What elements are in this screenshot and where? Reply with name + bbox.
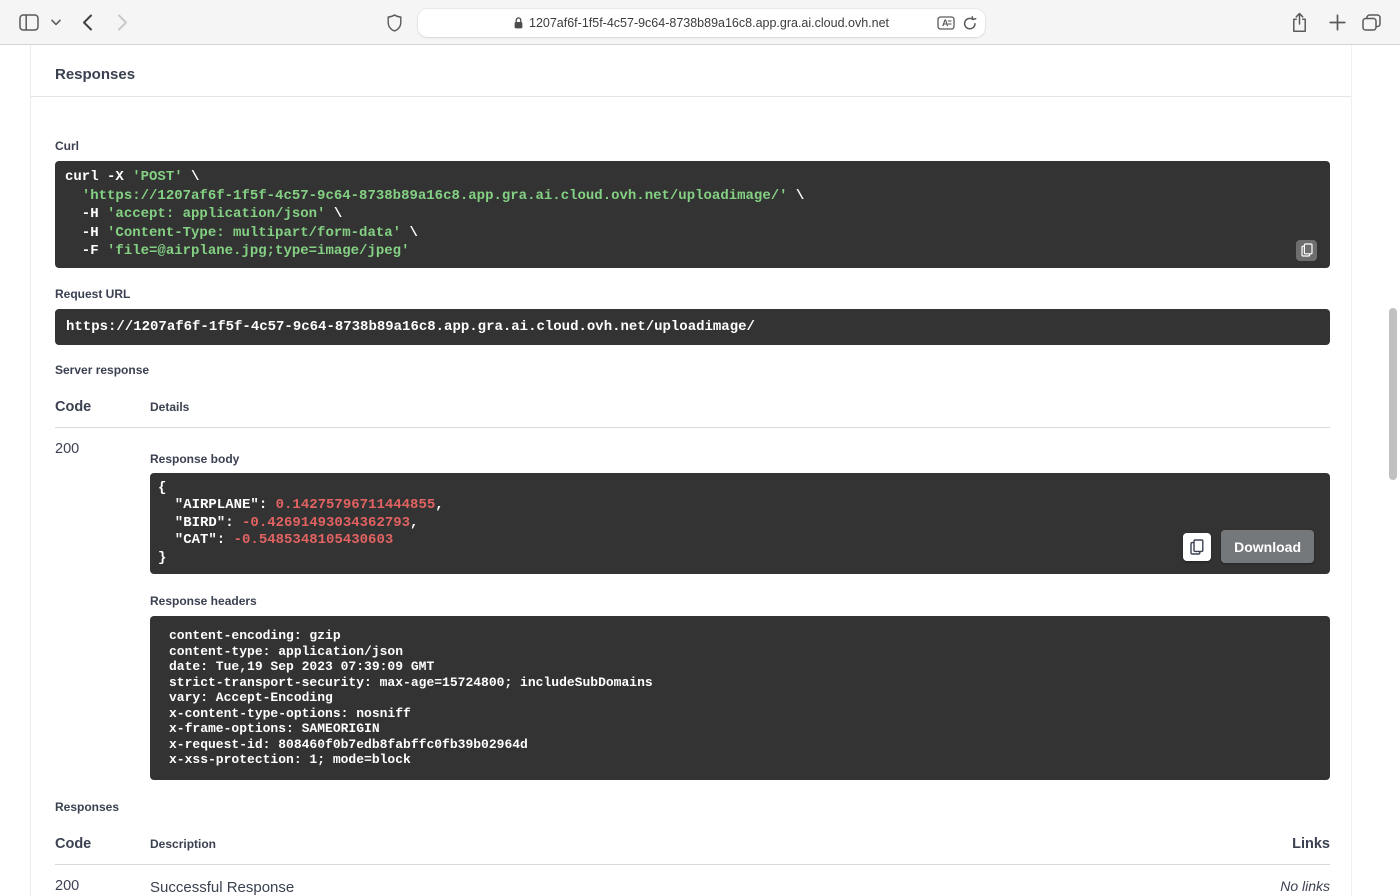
chevron-down-icon[interactable] [51, 19, 61, 26]
scrollbar-thumb[interactable] [1389, 308, 1397, 480]
share-icon[interactable] [1291, 12, 1308, 33]
status-code: 200 [55, 440, 150, 457]
forward-icon[interactable] [117, 14, 128, 31]
server-response-label: Server response [55, 363, 1330, 377]
svg-text:A: A [942, 18, 949, 28]
address-bar-url: 1207af6f-1f5f-4c57-9c64-8738b89a16c8.app… [529, 16, 889, 30]
request-url-value: https://1207af6f-1f5f-4c57-9c64-8738b89a… [66, 319, 1319, 335]
responses-section-label: Responses [55, 800, 1330, 814]
responses-table-header: Code Description Links [55, 836, 1330, 852]
copy-icon[interactable] [1296, 240, 1317, 261]
browser-toolbar: 1207af6f-1f5f-4c57-9c64-8738b89a16c8.app… [0, 0, 1400, 45]
translate-icon[interactable]: A [937, 16, 955, 30]
links-column-header: Links [1292, 836, 1330, 852]
description-column-header: Description [150, 837, 1292, 851]
response-headers-block: content-encoding: gzipcontent-type: appl… [150, 616, 1330, 780]
lock-icon [514, 17, 523, 29]
back-icon[interactable] [82, 14, 93, 31]
response-links: No links [1280, 877, 1330, 894]
operation-container: Responses Curl curl -X 'POST' \ 'https:/… [30, 45, 1352, 896]
reload-icon[interactable] [963, 16, 977, 31]
status-code: 200 [55, 877, 150, 894]
sidebar-icon[interactable] [19, 14, 39, 31]
shield-icon[interactable] [387, 14, 402, 32]
request-url-label: Request URL [55, 287, 1330, 301]
code-column-header: Code [55, 399, 150, 415]
server-response-row: 200 Response body { "AIRPLANE": 0.142757… [55, 440, 1330, 780]
request-url-block: https://1207af6f-1f5f-4c57-9c64-8738b89a… [55, 309, 1330, 345]
responses-heading: Responses [31, 45, 1351, 96]
curl-label: Curl [55, 139, 79, 153]
swagger-page: Responses Curl curl -X 'POST' \ 'https:/… [0, 45, 1400, 870]
copy-icon[interactable] [1183, 533, 1211, 561]
response-body-block: { "AIRPLANE": 0.14275796711444855, "BIRD… [150, 473, 1330, 575]
code-column-header: Code [55, 836, 150, 852]
curl-code-block: curl -X 'POST' \ 'https://1207af6f-1f5f-… [55, 161, 1330, 268]
download-button[interactable]: Download [1221, 530, 1314, 563]
tabs-overview-icon[interactable] [1362, 14, 1381, 31]
response-body-label: Response body [150, 452, 1330, 466]
divider [55, 864, 1330, 865]
details-column-header: Details [150, 400, 1330, 414]
server-response-table-header: Code Details [55, 399, 1330, 415]
response-description: Successful Response [150, 877, 1280, 896]
response-headers-label: Response headers [150, 594, 1330, 608]
address-bar[interactable]: 1207af6f-1f5f-4c57-9c64-8738b89a16c8.app… [418, 9, 985, 37]
new-tab-icon[interactable] [1329, 14, 1346, 31]
divider [55, 427, 1330, 428]
responses-table-row: 200 Successful Response No links [55, 877, 1330, 896]
